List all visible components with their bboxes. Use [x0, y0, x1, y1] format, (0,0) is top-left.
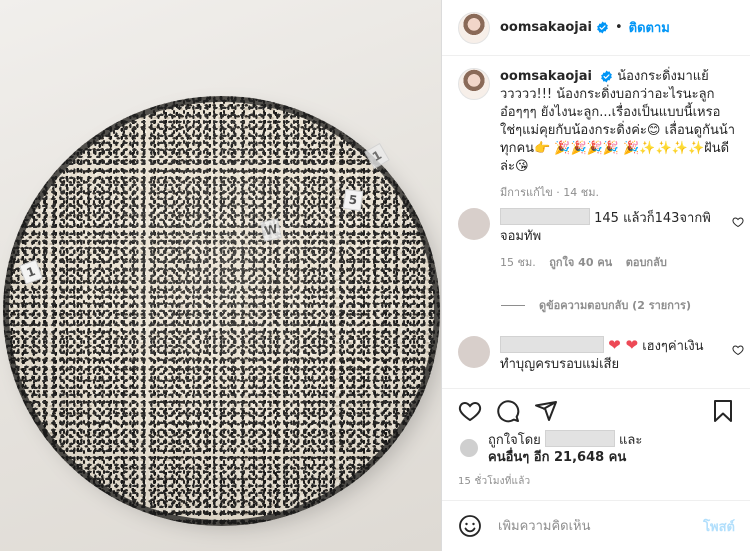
heart-outline-icon[interactable] [732, 216, 744, 228]
comment-meta: 15 ชม. ถูกใจ 40 คน ตอบกลับ [500, 254, 720, 272]
reply-button[interactable]: ตอบกลับ [626, 256, 667, 269]
comment-likes[interactable]: ถูกใจ 40 คน [549, 256, 612, 269]
comment-time: 15 ชม. [500, 256, 536, 269]
post-photo[interactable]: 1 5 W 1 [0, 0, 441, 551]
likes-prefix: ถูกใจโดย [488, 433, 541, 448]
view-replies-label: ดูข้อความตอบกลับ (2 รายการ) [539, 299, 691, 312]
post-caption: oomsakaojai น้องกระดิ่งมาแย้ววววว!!! น้อ… [458, 68, 738, 202]
comment: 145 แล้วก็143จากพิจอมทัพ 15 ชม. ถูกใจ 40… [458, 208, 744, 272]
redacted-username [500, 208, 590, 225]
username[interactable]: oomsakaojai [500, 20, 592, 35]
replies-divider [501, 304, 525, 306]
follow-button[interactable]: ติดตาม [629, 17, 670, 38]
post-header: oomsakaojai • ติดตาม [442, 0, 750, 56]
likes-text: ถูกใจโดย และ คนอื่นๆ อีก 21,648 คน [488, 430, 642, 466]
action-bar [442, 388, 750, 430]
comment-input[interactable] [498, 518, 694, 534]
separator-dot: • [614, 20, 623, 35]
share-paper-plane-icon[interactable] [534, 399, 558, 423]
number-tag: W [260, 218, 282, 242]
caption-username[interactable]: oomsakaojai [500, 69, 592, 84]
caption-text-block: oomsakaojai น้องกระดิ่งมาแย้ววววว!!! น้อ… [500, 68, 738, 202]
verified-badge-icon [596, 21, 609, 34]
redacted-username [544, 430, 615, 447]
view-replies-button[interactable]: ดูข้อความตอบกลับ (2 รายการ) [501, 296, 691, 314]
post-side-panel: oomsakaojai • ติดตาม oomsakaojai น้องกระ… [441, 0, 750, 551]
add-comment-bar: โพสต์ [442, 500, 750, 551]
comment-bubble-icon[interactable] [496, 399, 520, 423]
emoji-smile-icon[interactable] [458, 514, 482, 538]
likes-count[interactable]: คนอื่นๆ อีก 21,648 คน [488, 450, 626, 465]
comment: ❤ ❤ เฮงๆค่าเงินทำบุญครบรอบแม่เสีย [458, 336, 744, 374]
avatar[interactable] [458, 336, 490, 368]
number-tag: 5 [342, 188, 364, 212]
caption-meta: มีการแก้ไข · 14 ชม. [500, 186, 599, 199]
caption-text: น้องกระดิ่งมาแย้ววววว!!! น้องกระดิ่งบอกว… [500, 69, 736, 174]
like-heart-icon[interactable] [458, 399, 482, 423]
heart-emoji-icon: ❤ ❤ [608, 336, 639, 354]
post-comment-button[interactable]: โพสต์ [703, 516, 735, 537]
comment-body: ❤ ❤ เฮงๆค่าเงินทำบุญครบรอบแม่เสีย [500, 336, 720, 374]
likes-summary: ถูกใจโดย และ คนอื่นๆ อีก 21,648 คน [458, 430, 642, 466]
avatar[interactable] [458, 68, 490, 100]
likes-suffix: และ [619, 433, 643, 448]
instagram-post: 1 5 W 1 oomsakaojai • ติดตาม oomsakaojai… [0, 0, 750, 551]
redacted-username [500, 336, 604, 353]
avatar[interactable] [458, 11, 490, 44]
avatar[interactable] [458, 437, 480, 459]
post-timestamp[interactable]: 15 ชั่วโมงที่แล้ว [458, 474, 530, 489]
bookmark-icon[interactable] [711, 399, 735, 423]
verified-badge-icon [600, 70, 613, 83]
comment-body: 145 แล้วก็143จากพิจอมทัพ 15 ชม. ถูกใจ 40… [500, 208, 720, 272]
heart-outline-icon[interactable] [732, 344, 744, 356]
avatar[interactable] [458, 208, 490, 240]
